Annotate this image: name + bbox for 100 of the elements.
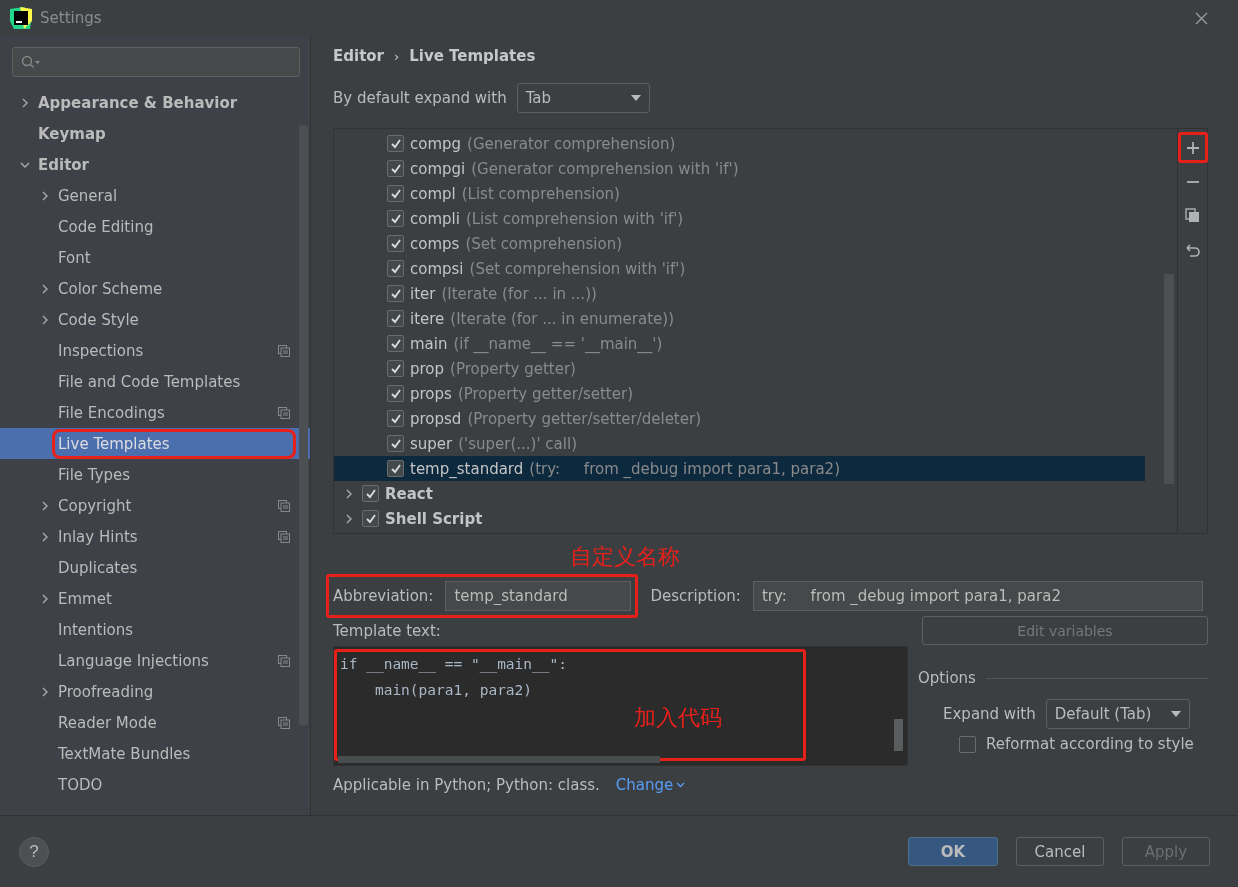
template-group-row[interactable]: Shell Script xyxy=(334,506,1145,531)
checkbox[interactable] xyxy=(387,285,404,302)
dialog-button[interactable]: OK xyxy=(908,837,998,866)
chevron-right-icon[interactable] xyxy=(40,190,50,201)
sidebar-item[interactable]: Code Editing xyxy=(0,211,310,242)
sidebar-item[interactable]: Duplicates xyxy=(0,552,310,583)
checkbox[interactable] xyxy=(387,460,404,477)
template-row[interactable]: prop (Property getter) xyxy=(334,356,1145,381)
chevron-right-icon[interactable] xyxy=(20,97,30,108)
chevron-right-icon[interactable] xyxy=(344,488,354,499)
checkbox[interactable] xyxy=(387,210,404,227)
project-level-icon xyxy=(278,530,290,543)
breadcrumb-item[interactable]: Editor xyxy=(333,47,384,65)
options-title: Options xyxy=(918,669,976,687)
checkbox[interactable] xyxy=(387,260,404,277)
close-icon[interactable] xyxy=(1195,11,1208,25)
sidebar-item[interactable]: File and Code Templates xyxy=(0,366,310,397)
checkbox[interactable] xyxy=(387,185,404,202)
scrollbar[interactable] xyxy=(894,719,903,751)
sidebar-item[interactable]: General xyxy=(0,180,310,211)
help-button[interactable]: ? xyxy=(19,836,49,867)
breadcrumb-item: Live Templates xyxy=(409,47,536,65)
chevron-right-icon[interactable] xyxy=(40,500,50,511)
template-abbreviation: temp_standard xyxy=(410,459,524,478)
expand-with-dropdown[interactable]: Default (Tab) xyxy=(1045,699,1190,729)
template-row[interactable]: itere (Iterate (for ... in enumerate)) xyxy=(334,306,1145,331)
template-row[interactable]: main (if __name__ == '__main__') xyxy=(334,331,1145,356)
template-row[interactable]: comps (Set comprehension) xyxy=(334,231,1145,256)
code-editor[interactable]: if __name__ == "__main__": main(para1, para2) 加入代码 xyxy=(333,646,908,766)
sidebar-item[interactable]: Intentions xyxy=(0,614,310,645)
chevron-right-icon[interactable] xyxy=(40,283,50,294)
sidebar-item[interactable]: Proofreading xyxy=(0,676,310,707)
description-field[interactable]: try: from _debug import para1, para2 xyxy=(752,581,1203,611)
breadcrumb-separator: › xyxy=(394,48,400,64)
sidebar-item[interactable]: Copyright xyxy=(0,490,310,521)
sidebar-item[interactable]: Emmet xyxy=(0,583,310,614)
sidebar-item[interactable]: Color Scheme xyxy=(0,273,310,304)
checkbox[interactable] xyxy=(387,335,404,352)
add-button[interactable] xyxy=(1177,132,1208,163)
chevron-right-icon[interactable] xyxy=(40,593,50,604)
sidebar-item[interactable]: Editor xyxy=(0,149,310,180)
checkbox[interactable] xyxy=(387,360,404,377)
code-text: if __name__ == "__main__": main(para1, para2) xyxy=(340,655,568,700)
scrollbar[interactable] xyxy=(299,125,308,725)
template-row[interactable]: compgi (Generator comprehension with 'if') xyxy=(334,156,1145,181)
search-icon xyxy=(21,55,41,69)
search-field[interactable] xyxy=(12,47,300,77)
sidebar-item[interactable]: Code Style xyxy=(0,304,310,335)
template-row[interactable]: propsd (Property getter/setter/deleter) xyxy=(334,406,1145,431)
sidebar-item[interactable]: Language Injections xyxy=(0,645,310,676)
checkbox[interactable] xyxy=(387,410,404,427)
abbreviation-field[interactable]: temp_standard xyxy=(445,581,632,611)
chevron-right-icon[interactable] xyxy=(40,531,50,542)
copy-icon xyxy=(1185,208,1200,223)
template-text-label: Template text: xyxy=(333,622,442,640)
dropdown-arrow-icon xyxy=(1170,711,1181,717)
expand-dropdown[interactable]: Tab xyxy=(516,83,650,113)
sidebar-item[interactable]: Inspections xyxy=(0,335,310,366)
reformat-checkbox[interactable] xyxy=(959,735,976,753)
sidebar-item[interactable]: Font xyxy=(0,242,310,273)
checkbox[interactable] xyxy=(387,435,404,452)
app-logo-icon xyxy=(10,7,32,29)
sidebar-item[interactable]: File Types xyxy=(0,459,310,490)
project-level-icon xyxy=(278,344,290,357)
sidebar-item[interactable]: File Encodings xyxy=(0,397,310,428)
checkbox[interactable] xyxy=(387,135,404,152)
template-row[interactable]: compl (List comprehension) xyxy=(334,181,1145,206)
sidebar-item[interactable]: TextMate Bundles xyxy=(0,738,310,769)
checkbox[interactable] xyxy=(387,310,404,327)
template-abbreviation: props xyxy=(410,384,452,403)
checkbox[interactable] xyxy=(362,485,379,502)
sidebar-item[interactable]: Appearance & Behavior xyxy=(0,87,310,118)
sidebar-item[interactable]: Keymap xyxy=(0,118,310,149)
chevron-right-icon[interactable] xyxy=(344,513,354,524)
checkbox[interactable] xyxy=(387,235,404,252)
template-abbreviation: super xyxy=(410,434,453,453)
dialog-button[interactable]: Cancel xyxy=(1016,837,1104,866)
sidebar-item[interactable]: Inlay Hints xyxy=(0,521,310,552)
template-abbreviation: compg xyxy=(410,134,462,153)
checkbox[interactable] xyxy=(387,160,404,177)
template-row[interactable]: compg (Generator comprehension) xyxy=(334,131,1145,156)
template-group-row[interactable]: React xyxy=(334,481,1145,506)
template-row[interactable]: temp_standard (try: from _debug import para1, para2) xyxy=(334,456,1145,481)
template-row[interactable]: compsi (Set comprehension with 'if') xyxy=(334,256,1145,281)
template-row[interactable]: iter (Iterate (for ... in ...)) xyxy=(334,281,1145,306)
template-row[interactable]: super ('super(...)' call) xyxy=(334,431,1145,456)
scrollbar[interactable] xyxy=(338,756,660,763)
chevron-right-icon[interactable] xyxy=(40,686,50,697)
change-link[interactable]: Change xyxy=(615,776,686,794)
template-description: (Property getter/setter/deleter) xyxy=(467,409,701,428)
template-description: (try: from _debug import para1, para2) xyxy=(529,459,841,478)
template-row[interactable]: props (Property getter/setter) xyxy=(334,381,1145,406)
sidebar-item[interactable]: Live Templates xyxy=(0,428,310,459)
template-abbreviation: prop xyxy=(410,359,445,378)
checkbox[interactable] xyxy=(387,385,404,402)
chevron-right-icon[interactable] xyxy=(40,314,50,325)
sidebar-item[interactable]: Reader Mode xyxy=(0,707,310,738)
checkbox[interactable] xyxy=(362,510,379,527)
sidebar-item[interactable]: TODO xyxy=(0,769,310,800)
template-row[interactable]: compli (List comprehension with 'if') xyxy=(334,206,1145,231)
